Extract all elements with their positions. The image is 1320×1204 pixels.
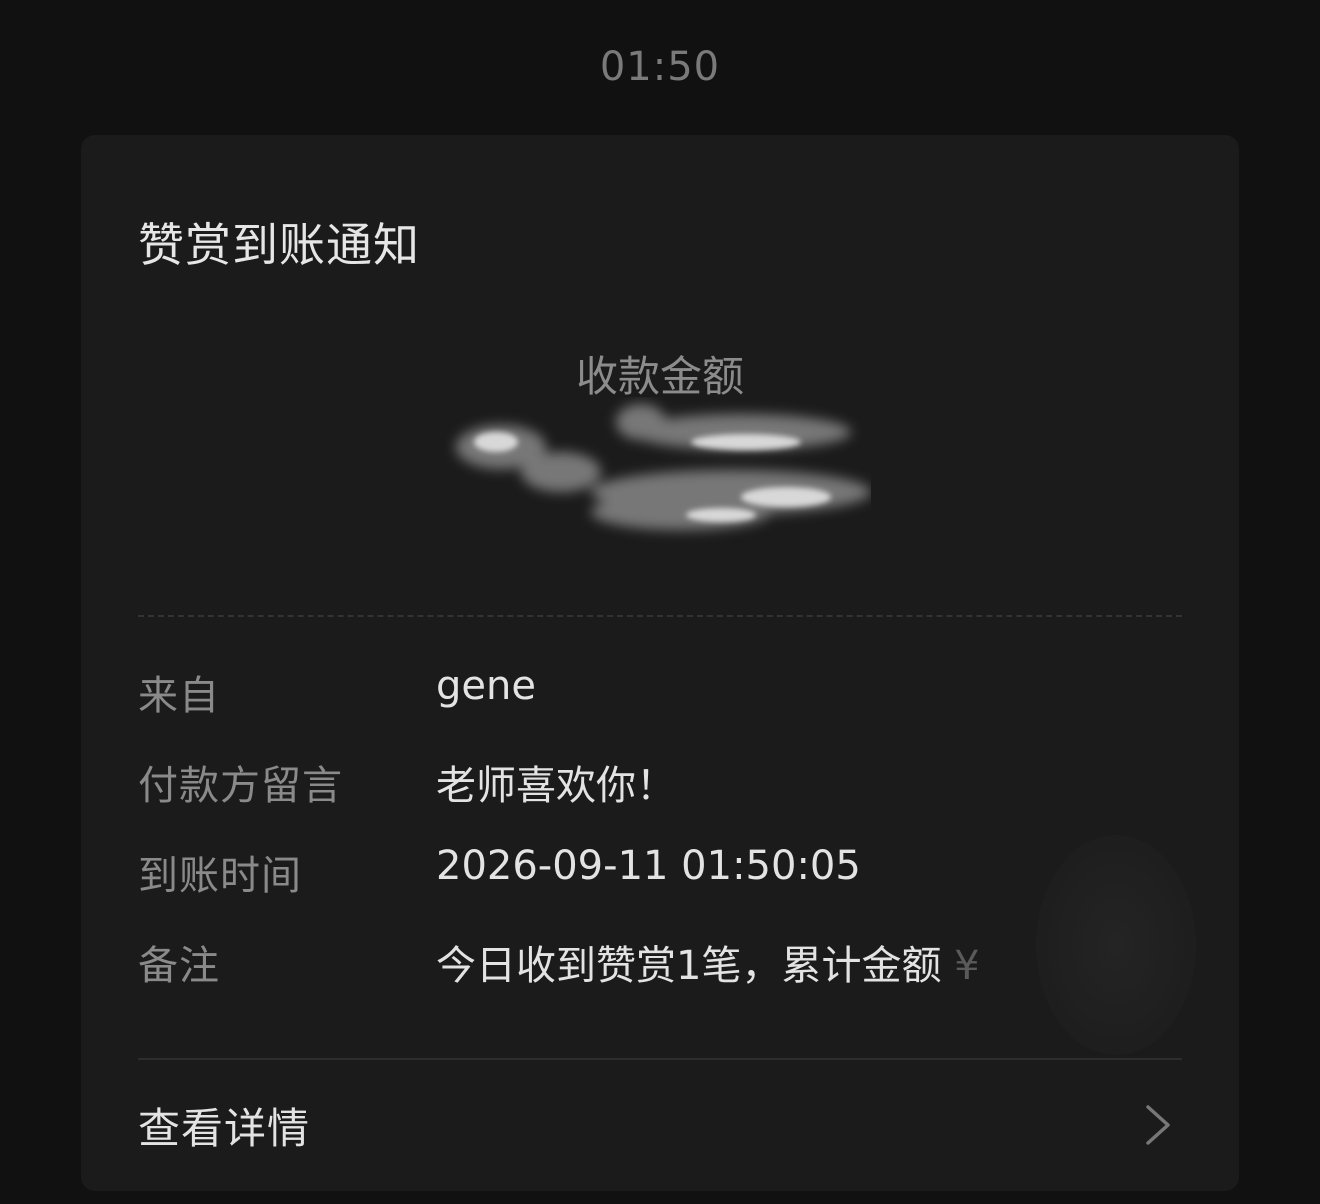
card-title: 赞赏到账通知 xyxy=(138,218,420,272)
info-key: 来自 xyxy=(138,673,220,719)
info-row-from: 来自 gene xyxy=(138,663,1182,723)
reward-notification-card[interactable]: 赞赏到账通知 收款金额 来自 gene 付款方留言 老师喜欢你！ 到账时间 20… xyxy=(81,135,1239,1191)
view-details-button[interactable]: 查看详情 xyxy=(138,1095,1182,1155)
info-value: gene xyxy=(436,663,536,709)
view-details-label: 查看详情 xyxy=(138,1104,311,1153)
dashed-divider xyxy=(138,615,1182,617)
chevron-right-icon xyxy=(1146,1105,1170,1145)
info-value: 老师喜欢你！ xyxy=(436,763,676,809)
amount-label: 收款金额 xyxy=(575,352,744,401)
info-row-payer-message: 付款方留言 老师喜欢你！ xyxy=(138,753,1182,813)
info-key: 付款方留言 xyxy=(138,763,343,809)
info-value: 2026-09-11 01:50:05 xyxy=(436,843,861,889)
remark-text: 今日收到赞赏1笔，累计金额 xyxy=(436,943,942,989)
info-row-remark: 备注 今日收到赞赏1笔，累计金额 ¥ xyxy=(138,933,1182,993)
blurred-region xyxy=(1036,835,1196,1055)
currency-symbol: ¥ xyxy=(954,943,980,989)
info-value: 今日收到赞赏1笔，累计金额 ¥ xyxy=(436,933,980,991)
message-timestamp: 01:50 xyxy=(599,44,721,90)
solid-divider xyxy=(138,1058,1182,1060)
info-key: 备注 xyxy=(138,943,220,989)
info-key: 到账时间 xyxy=(138,853,302,899)
redacted-amount-scribble xyxy=(456,404,871,530)
info-row-arrival-time: 到账时间 2026-09-11 01:50:05 xyxy=(138,843,1182,903)
